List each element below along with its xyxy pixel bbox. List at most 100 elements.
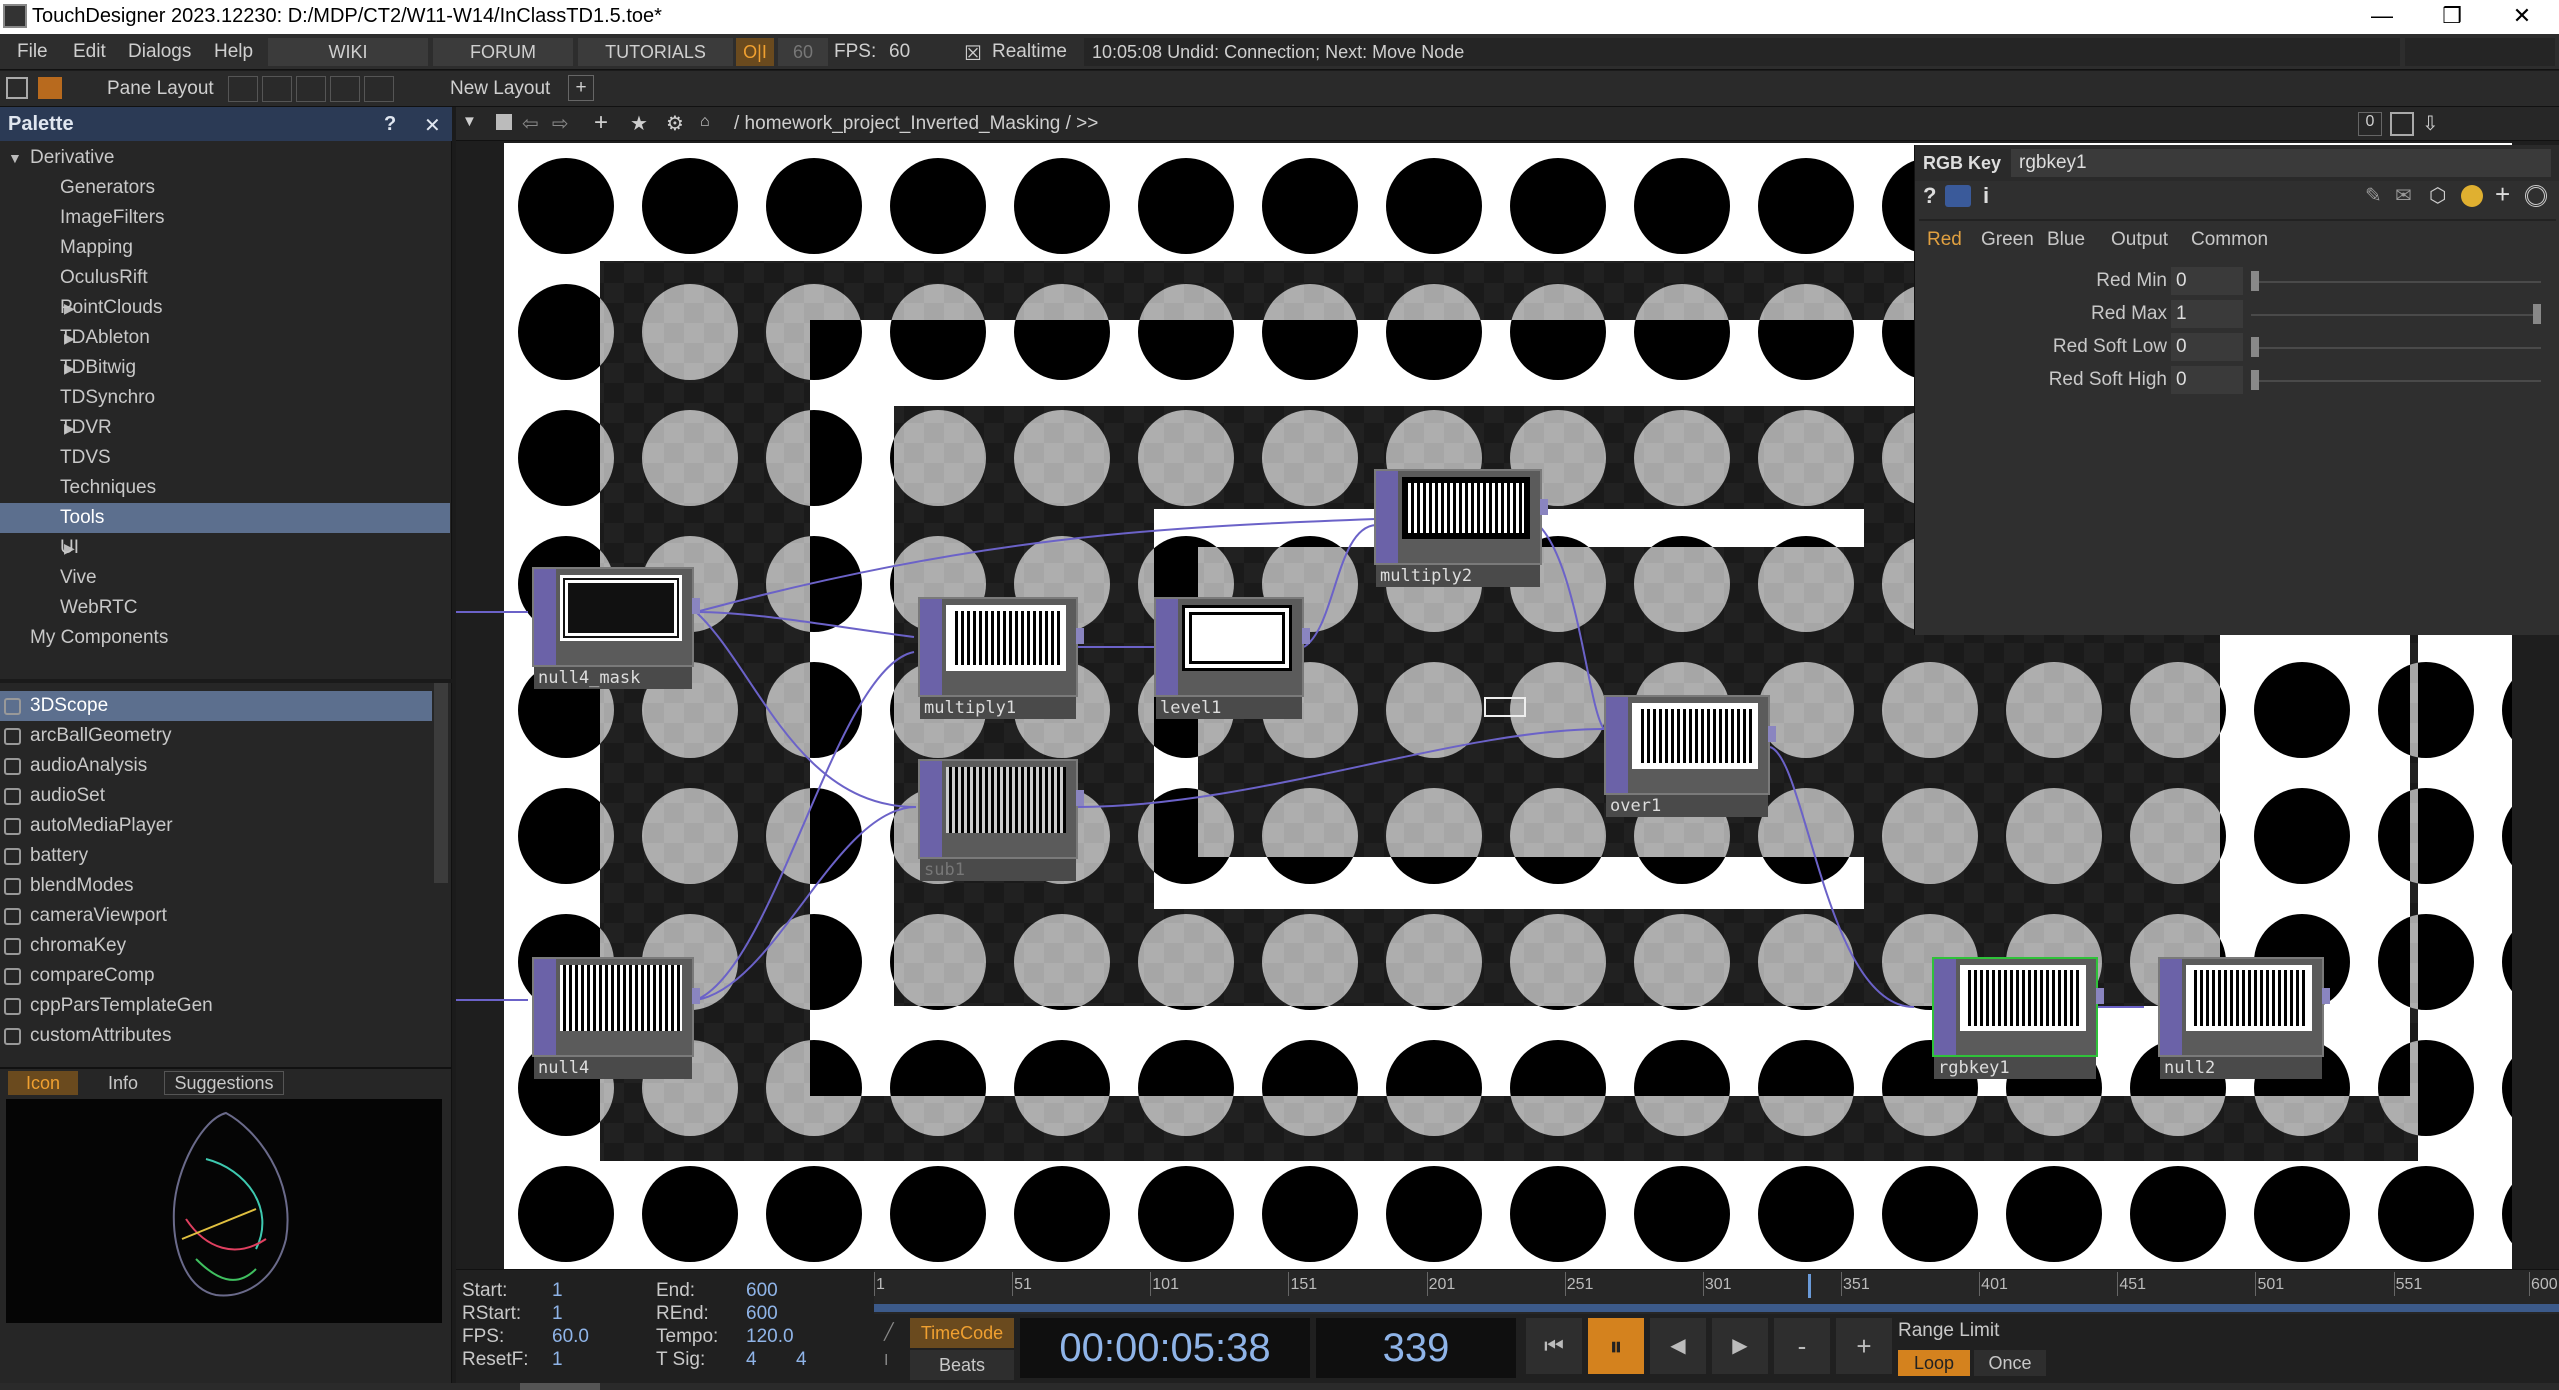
palette-tree-item[interactable]: TDSynchro xyxy=(0,383,450,413)
palette-tree-item[interactable]: OculusRift xyxy=(0,263,450,293)
close-button[interactable]: ✕ xyxy=(2490,0,2554,34)
node-output-connector[interactable] xyxy=(1540,498,1548,515)
param-slider-track[interactable] xyxy=(2251,281,2541,283)
palette-tree-item[interactable]: Tools xyxy=(0,503,450,533)
edit-pencil-icon[interactable]: ✎ xyxy=(2365,183,2382,208)
param-slider-handle[interactable] xyxy=(2251,370,2259,390)
palette-tree-item[interactable]: ▼ Derivative xyxy=(0,143,450,173)
add-layout-button[interactable]: + xyxy=(568,75,594,101)
frame-plus-button[interactable]: + xyxy=(1836,1318,1892,1374)
wiki-button[interactable]: WIKI xyxy=(268,38,428,66)
info-icon[interactable]: i xyxy=(1983,183,1989,209)
add-parameter-icon[interactable]: + xyxy=(2495,179,2510,210)
node-output-connector[interactable] xyxy=(1076,627,1084,644)
maximize-button[interactable]: ❒ xyxy=(2420,0,2484,34)
palette-tree-item[interactable]: Vive xyxy=(0,563,450,593)
palette-component-item[interactable]: audioAnalysis xyxy=(0,751,432,781)
param-slider-handle[interactable] xyxy=(2251,337,2259,357)
component-list-scrollbar[interactable] xyxy=(434,683,448,883)
node-label[interactable]: null2 xyxy=(2160,1057,2322,1079)
node-output-connector[interactable] xyxy=(1768,725,1776,742)
operator-name-field[interactable]: rgbkey1 xyxy=(2011,149,2551,177)
frame-minus-button[interactable]: - xyxy=(1774,1318,1830,1374)
bottom-scroll-handle[interactable] xyxy=(520,1383,600,1390)
node-flag-strip[interactable] xyxy=(1156,599,1178,695)
tab-common[interactable]: Common xyxy=(2191,229,2268,251)
node-output-connector[interactable] xyxy=(1302,627,1310,644)
palette-tree-item[interactable]: ▶ TDVR xyxy=(0,413,450,443)
palette-tree-item[interactable]: Techniques xyxy=(0,473,450,503)
tsig-numerator[interactable]: 4 xyxy=(746,1349,757,1371)
node-output-connector[interactable] xyxy=(692,987,700,1004)
palette-component-item[interactable]: compareComp xyxy=(0,961,432,991)
layout-three-icon[interactable] xyxy=(330,76,360,102)
menu-edit[interactable]: Edit xyxy=(73,41,106,63)
node-flag-strip[interactable] xyxy=(534,569,556,665)
pane-view-icon[interactable] xyxy=(6,77,28,99)
layout-split-horizontal-icon[interactable] xyxy=(296,76,326,102)
once-button[interactable]: Once xyxy=(1974,1350,2046,1376)
tutorials-button[interactable]: TUTORIALS xyxy=(578,38,733,66)
timeline-edit-icon[interactable]: ╱ xyxy=(884,1322,894,1342)
menu-file[interactable]: File xyxy=(17,41,48,63)
node-label[interactable]: multiply1 xyxy=(920,697,1076,719)
loop-button[interactable]: Loop xyxy=(1898,1350,1970,1376)
layout-single-icon[interactable] xyxy=(228,76,258,102)
param-slider-handle[interactable] xyxy=(2533,304,2541,324)
node-label[interactable]: null4 xyxy=(534,1057,692,1079)
node-output-connector[interactable] xyxy=(692,597,700,614)
tsig-denominator[interactable]: 4 xyxy=(796,1349,807,1371)
node-flag-strip[interactable] xyxy=(920,599,942,695)
fps-value-timeline[interactable]: 60.0 xyxy=(552,1326,589,1348)
param-value-field[interactable]: 0 xyxy=(2171,333,2243,361)
node-flag-strip[interactable] xyxy=(1934,959,1956,1055)
palette-close-button[interactable]: ✕ xyxy=(424,113,441,138)
param-value-field[interactable]: 0 xyxy=(2171,366,2243,394)
palette-component-item[interactable]: blendModes xyxy=(0,871,432,901)
fps-cap[interactable]: 60 xyxy=(778,38,828,66)
palette-tree-item[interactable]: WebRTC xyxy=(0,593,450,623)
oi-toggle[interactable]: O|I xyxy=(736,38,774,66)
palette-tree-item[interactable]: TDVS xyxy=(0,443,450,473)
pause-icon[interactable]: ⏸ xyxy=(1588,1318,1644,1374)
param-value-field[interactable]: 0 xyxy=(2171,267,2243,295)
node-multiply2[interactable]: multiply2 xyxy=(1374,469,1548,587)
node-rgbkey1[interactable]: rgbkey1 xyxy=(1932,957,2104,1079)
node-flag-strip[interactable] xyxy=(1376,471,1398,563)
palette-tree-item[interactable]: ▶ TDBitwig xyxy=(0,353,450,383)
end-value[interactable]: 600 xyxy=(746,1280,778,1302)
node-output-connector[interactable] xyxy=(2096,987,2104,1004)
reset-icon[interactable]: ⬡ xyxy=(2429,183,2446,208)
node-null4-mask[interactable]: null4_mask xyxy=(532,567,700,689)
node-flag-strip[interactable] xyxy=(2160,959,2182,1055)
layout-four-icon[interactable] xyxy=(364,76,394,102)
palette-component-item[interactable]: arcBallGeometry xyxy=(0,721,432,751)
node-null4[interactable]: null4 xyxy=(532,957,700,1079)
python-help-icon[interactable] xyxy=(1945,185,1971,207)
resetf-value[interactable]: 1 xyxy=(552,1349,563,1371)
node-label[interactable]: sub1 xyxy=(920,859,1076,881)
node-label[interactable]: rgbkey1 xyxy=(1934,1057,2096,1079)
palette-tree-item[interactable]: ▶ UI xyxy=(0,533,450,563)
timecode-display[interactable]: 00:00:05:38 xyxy=(1020,1318,1310,1378)
node-label[interactable]: null4_mask xyxy=(534,667,692,689)
beats-toggle[interactable]: Beats xyxy=(910,1350,1014,1380)
minimize-button[interactable]: — xyxy=(2350,0,2414,34)
palette-tree-item[interactable]: Mapping xyxy=(0,233,450,263)
node-flag-strip[interactable] xyxy=(1606,697,1628,793)
palette-component-item[interactable]: autoMediaPlayer xyxy=(0,811,432,841)
palette-component-item[interactable]: chromaKey xyxy=(0,931,432,961)
tab-red[interactable]: Red xyxy=(1927,229,1962,251)
node-multiply1[interactable]: multiply1 xyxy=(918,597,1084,719)
skip-to-start-icon[interactable]: ⏮ xyxy=(1526,1318,1582,1374)
tempo-value[interactable]: 120.0 xyxy=(746,1326,794,1348)
param-value-field[interactable]: 1 xyxy=(2171,300,2243,328)
tab-blue[interactable]: Blue xyxy=(2047,229,2085,251)
node-level1[interactable]: level1 xyxy=(1154,597,1310,719)
node-null2[interactable]: null2 xyxy=(2158,957,2330,1079)
node-flag-strip[interactable] xyxy=(920,761,942,857)
palette-tree-item[interactable]: ImageFilters xyxy=(0,203,450,233)
realtime-checkbox[interactable]: ☒ xyxy=(964,41,982,66)
frame-display[interactable]: 339 xyxy=(1316,1318,1516,1378)
expanded-arrow-icon[interactable]: ▼ xyxy=(8,143,22,173)
